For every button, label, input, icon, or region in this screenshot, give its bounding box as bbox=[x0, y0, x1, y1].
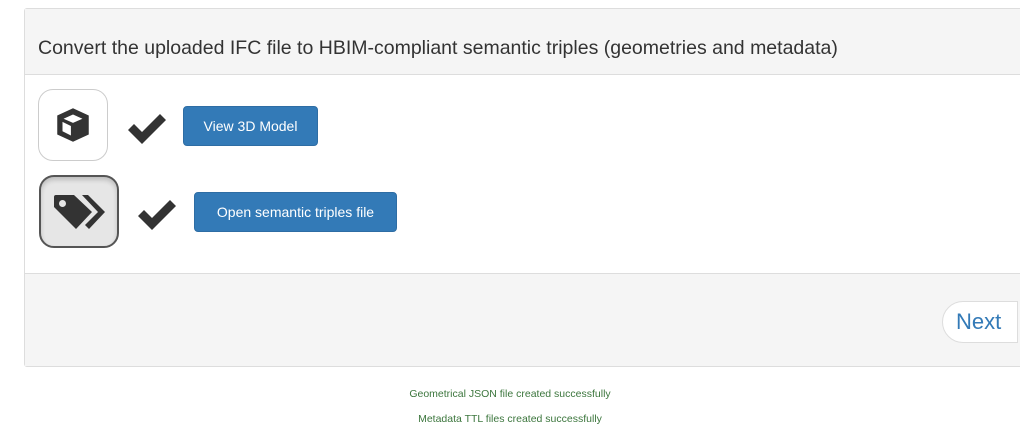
status-message: Geometrical JSON file created successful… bbox=[409, 388, 611, 400]
next-button[interactable]: Next bbox=[942, 301, 1018, 343]
cube-icon-button[interactable] bbox=[38, 89, 108, 161]
panel-footer bbox=[25, 273, 1020, 366]
view-3d-model-button[interactable]: View 3D Model bbox=[183, 106, 318, 146]
panel-title: Convert the uploaded IFC file to HBIM-co… bbox=[38, 37, 838, 59]
panel-heading: Convert the uploaded IFC file to HBIM-co… bbox=[25, 9, 1020, 75]
tags-icon bbox=[54, 194, 105, 229]
check-icon bbox=[128, 114, 166, 144]
check-icon bbox=[138, 200, 176, 230]
conversion-panel: Convert the uploaded IFC file to HBIM-co… bbox=[24, 8, 1020, 367]
open-semantic-triples-button[interactable]: Open semantic triples file bbox=[194, 192, 397, 232]
status-message: Metadata TTL files created successfully bbox=[418, 413, 602, 425]
tags-icon-button[interactable] bbox=[39, 175, 119, 248]
cube-icon bbox=[57, 108, 89, 142]
